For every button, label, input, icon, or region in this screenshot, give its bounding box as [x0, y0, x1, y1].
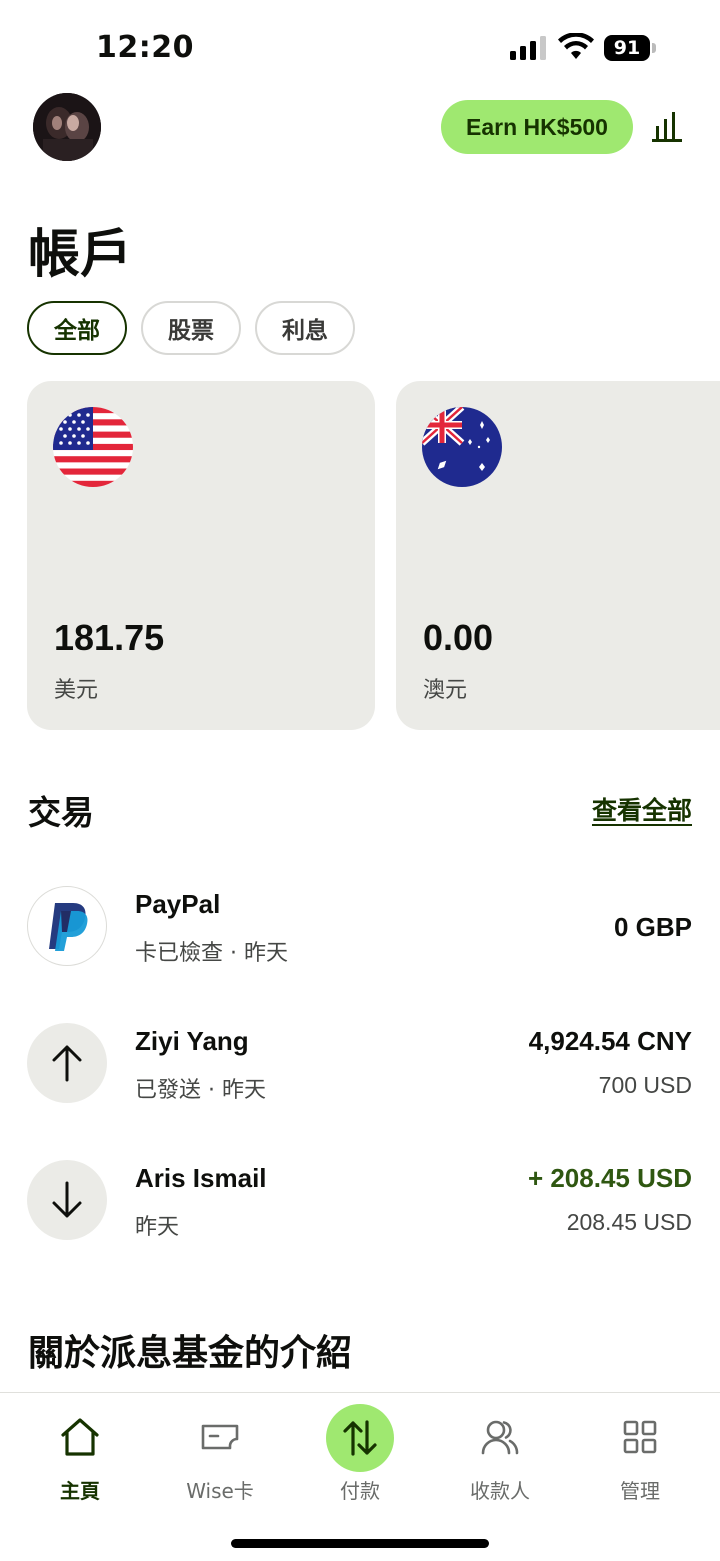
nav-label: 收款人 — [470, 1479, 530, 1503]
transaction-detail: 已發送 · 昨天 — [135, 1078, 266, 1103]
wifi-icon — [558, 33, 594, 59]
nav-item-home[interactable]: 主頁 — [10, 1393, 150, 1513]
transaction-name: Ziyi Yang — [135, 1026, 249, 1056]
transaction-source-amount: 208.45 USD — [566, 1209, 692, 1235]
see-all-link[interactable]: 查看全部 — [592, 791, 692, 827]
nav-label: Wise卡 — [186, 1479, 254, 1503]
transaction-amount: 4,924.54 CNY — [528, 1026, 692, 1056]
au-flag-icon — [422, 407, 502, 487]
transaction-row[interactable]: Aris Ismail 昨天 + 208.45 USD 208.45 USD — [0, 1160, 720, 1270]
transaction-amount: + 208.45 USD — [527, 1163, 692, 1193]
arrow-down-icon — [27, 1160, 107, 1240]
avatar-image — [33, 93, 101, 161]
nav-item-manage[interactable]: 管理 — [570, 1393, 710, 1513]
nav-label: 付款 — [340, 1479, 380, 1503]
transaction-detail: 卡已檢查 · 昨天 — [135, 941, 288, 966]
nav-item-recipients[interactable]: 收款人 — [430, 1393, 570, 1513]
home-icon — [58, 1415, 102, 1459]
grid-icon — [618, 1415, 662, 1459]
transaction-detail: 昨天 — [135, 1215, 180, 1240]
balance-amount: 0.00 — [423, 617, 494, 658]
filter-chip-interest[interactable]: 利息 — [255, 301, 355, 355]
nav-item-payments[interactable]: 付款 — [290, 1393, 430, 1513]
earn-referral-button[interactable]: Earn HK$500 — [441, 100, 633, 154]
arrow-up-icon — [27, 1023, 107, 1103]
transfer-icon — [326, 1404, 394, 1472]
battery-icon: 91 — [604, 35, 656, 61]
transactions-title: 交易 — [28, 793, 94, 832]
filter-chip-stocks[interactable]: 股票 — [141, 301, 241, 355]
transaction-source-amount: 700 USD — [598, 1072, 692, 1098]
balance-amount: 181.75 — [54, 617, 165, 658]
page-title: 帳戶 — [28, 225, 133, 285]
home-indicator — [231, 1539, 489, 1548]
battery-level: 91 — [604, 35, 650, 61]
balance-currency: 澳元 — [423, 678, 468, 703]
nav-label: 主頁 — [60, 1479, 100, 1503]
insights-icon[interactable] — [652, 110, 682, 142]
nav-item-card[interactable]: Wise卡 — [150, 1393, 290, 1513]
us-flag-icon — [53, 407, 133, 487]
transaction-amount: 0 GBP — [613, 912, 692, 942]
transaction-row[interactable]: PayPal 卡已檢查 · 昨天 0 GBP — [0, 886, 720, 996]
bottom-nav: 主頁 Wise卡 付款 收款人 管理 — [0, 1392, 720, 1561]
balance-card-aud[interactable]: 0.00 澳元 — [396, 381, 720, 730]
about-section-title: 關於派息基金的介紹 — [28, 1333, 353, 1374]
balance-card-usd[interactable]: 181.75 美元 — [27, 381, 375, 730]
filter-chip-all[interactable]: 全部 — [27, 301, 127, 355]
status-time: 12:20 — [96, 30, 194, 65]
card-icon — [198, 1415, 242, 1459]
cellular-signal-icon — [510, 36, 546, 60]
balance-currency: 美元 — [54, 678, 99, 703]
transaction-name: Aris Ismail — [135, 1163, 267, 1193]
status-bar: 12:20 91 — [0, 0, 720, 96]
nav-label: 管理 — [620, 1479, 660, 1503]
transaction-name: PayPal — [135, 889, 221, 919]
avatar[interactable] — [33, 93, 101, 161]
paypal-icon — [27, 886, 107, 966]
transaction-row[interactable]: Ziyi Yang 已發送 · 昨天 4,924.54 CNY 700 USD — [0, 1023, 720, 1133]
recipients-icon — [478, 1415, 522, 1459]
